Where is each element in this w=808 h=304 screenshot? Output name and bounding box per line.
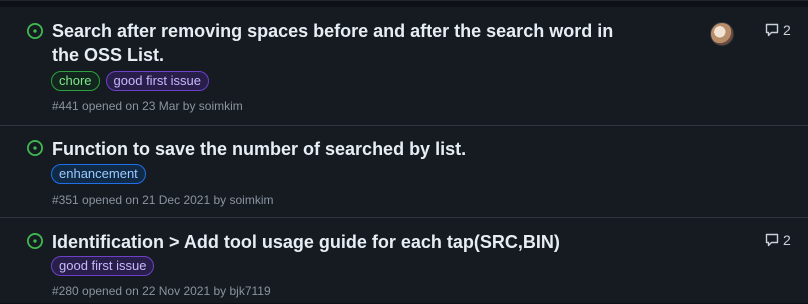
avatar[interactable]	[710, 22, 734, 46]
label-enhancement[interactable]: enhancement	[51, 164, 146, 184]
comment-count: 2	[783, 22, 791, 38]
issue-opened-icon	[27, 233, 43, 249]
issue-meta: #280 opened on 22 Nov 2021 by bjk7119	[52, 284, 271, 298]
issue-title-link[interactable]: Search after removing spaces before and …	[52, 19, 632, 67]
comment-count: 2	[783, 232, 791, 248]
issue-row[interactable]: Search after removing spaces before and …	[0, 9, 808, 126]
comment-icon	[765, 23, 779, 37]
issue-opened-icon	[27, 23, 43, 39]
label-good-first-issue[interactable]: good first issue	[51, 256, 155, 276]
comment-count-link[interactable]: 2	[764, 232, 791, 248]
issue-labels: good first issue	[51, 256, 155, 276]
comment-count-link[interactable]: 2	[764, 22, 791, 38]
issue-labels: chore good first issue	[51, 71, 209, 91]
issue-row[interactable]: Identification > Add tool usage guide fo…	[0, 218, 808, 304]
issue-labels: enhancement	[51, 164, 146, 184]
issue-title-link[interactable]: Identification > Add tool usage guide fo…	[52, 230, 632, 254]
comment-icon	[765, 233, 779, 247]
issue-meta: #441 opened on 23 Mar by soimkim	[52, 99, 243, 113]
issue-list: Search after removing spaces before and …	[0, 0, 808, 303]
label-good-first-issue[interactable]: good first issue	[105, 71, 209, 91]
issue-meta: #351 opened on 21 Dec 2021 by soimkim	[52, 193, 274, 207]
issue-title-link[interactable]: Function to save the number of searched …	[52, 137, 632, 161]
label-chore[interactable]: chore	[51, 71, 100, 91]
issue-opened-icon	[27, 140, 43, 156]
top-divider	[0, 1, 808, 7]
issue-row[interactable]: Function to save the number of searched …	[0, 126, 808, 218]
